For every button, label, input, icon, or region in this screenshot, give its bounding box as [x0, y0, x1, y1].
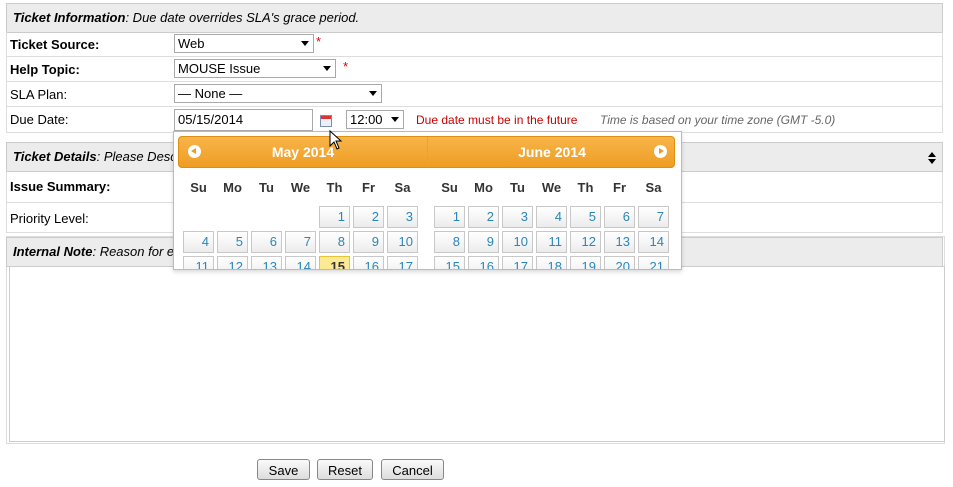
ticket-source-row: Ticket Source: Web * — [6, 32, 943, 57]
section-desc: : Please Desc — [96, 149, 177, 164]
calendar-day[interactable]: 1 — [319, 206, 350, 228]
calendar-day[interactable]: 2 — [353, 206, 384, 228]
weekday-header: Su — [441, 180, 458, 195]
calendar-day[interactable]: 15 — [319, 256, 350, 269]
ticket-source-value: Web — [178, 36, 205, 51]
calendar-day[interactable]: 21 — [638, 256, 669, 269]
weekday-header: Tu — [259, 180, 274, 195]
calendar-day[interactable]: 13 — [251, 256, 282, 269]
chevron-down-icon — [369, 91, 377, 96]
weekday-header: Tu — [510, 180, 525, 195]
calendar-day[interactable]: 19 — [570, 256, 601, 269]
calendar-day[interactable]: 17 — [502, 256, 533, 269]
weekday-header: Th — [326, 180, 343, 195]
calendar-day[interactable]: 14 — [638, 231, 669, 253]
section-title: Ticket Details — [13, 149, 97, 164]
month-title-june: June 2014 — [518, 144, 586, 160]
weekday-header: Su — [190, 180, 207, 195]
chevron-down-icon — [391, 117, 399, 122]
due-date-label: Due Date: — [10, 112, 69, 127]
calendar-day[interactable]: 14 — [285, 256, 316, 269]
ticket-source-label: Ticket Source: — [10, 37, 100, 52]
issue-summary-label: Issue Summary: — [10, 179, 111, 194]
reset-button[interactable]: Reset — [317, 459, 373, 480]
calendar-day[interactable]: 17 — [387, 256, 418, 269]
weekday-header: We — [541, 180, 562, 195]
next-month-icon[interactable] — [654, 145, 667, 158]
calendar-day[interactable]: 18 — [536, 256, 567, 269]
chevron-down-icon — [301, 41, 309, 46]
sla-plan-value: — None — — [178, 86, 243, 101]
help-topic-row: Help Topic: MOUSE Issue * — [6, 57, 943, 82]
datepicker-popup: May 2014 June 2014 Su Mo Tu We Th Fr Sa 1 2 3 4 5 6 7… — [173, 131, 682, 270]
calendar-day[interactable]: 8 — [434, 231, 465, 253]
help-topic-select[interactable]: MOUSE Issue — [174, 59, 336, 78]
calendar-day[interactable]: 7 — [638, 206, 669, 228]
calendar-day[interactable]: 12 — [217, 256, 248, 269]
calendar-day[interactable]: 6 — [251, 231, 282, 253]
weekday-header: Fr — [613, 180, 626, 195]
sla-plan-select[interactable]: — None — — [174, 84, 382, 103]
section-desc: : Reason for e — [92, 244, 175, 259]
priority-level-label: Priority Level: — [10, 211, 89, 226]
sla-plan-label: SLA Plan: — [10, 87, 68, 102]
calendar-day[interactable]: 12 — [570, 231, 601, 253]
calendar-day[interactable]: 9 — [353, 231, 384, 253]
mouse-cursor-icon — [329, 130, 343, 150]
save-button[interactable]: Save — [257, 459, 310, 480]
calendar-day[interactable]: 13 — [604, 231, 635, 253]
calendar-day[interactable]: 7 — [285, 231, 316, 253]
due-date-row: Due Date: 05/15/2014 12:00 Due date must… — [6, 107, 943, 133]
calendar-day[interactable]: 15 — [434, 256, 465, 269]
section-desc: : Due date overrides SLA's grace period. — [125, 10, 360, 25]
calendar-day[interactable]: 3 — [387, 206, 418, 228]
calendar-day[interactable]: 9 — [468, 231, 499, 253]
weekday-header: Mo — [474, 180, 493, 195]
calendar-day[interactable]: 8 — [319, 231, 350, 253]
ticket-source-select[interactable]: Web — [174, 34, 314, 53]
due-time-select[interactable]: 12:00 — [346, 110, 404, 129]
weekday-header: Mo — [223, 180, 242, 195]
due-date-input[interactable]: 05/15/2014 — [174, 109, 313, 131]
weekday-header: We — [290, 180, 311, 195]
calendar-day[interactable]: 5 — [570, 206, 601, 228]
calendar-day[interactable]: 16 — [468, 256, 499, 269]
calendar-day[interactable]: 2 — [468, 206, 499, 228]
required-marker: * — [343, 59, 349, 74]
calendar-day[interactable]: 6 — [604, 206, 635, 228]
sort-icon[interactable] — [928, 152, 936, 164]
ticket-information-header: Ticket Information: Due date overrides S… — [6, 3, 943, 33]
calendar-day[interactable]: 5 — [217, 231, 248, 253]
timezone-note: Time is based on your time zone (GMT -5.… — [600, 113, 836, 127]
required-marker: * — [316, 34, 322, 49]
section-title: Internal Note — [13, 244, 93, 259]
weekday-header: Sa — [394, 180, 411, 195]
help-topic-label: Help Topic: — [10, 62, 80, 77]
due-date-error: Due date must be in the future — [416, 113, 578, 127]
help-topic-value: MOUSE Issue — [178, 61, 261, 76]
calendar-day[interactable]: 1 — [434, 206, 465, 228]
weekday-header: Th — [577, 180, 594, 195]
datepicker-header: May 2014 June 2014 — [178, 136, 675, 168]
calendar-day[interactable]: 11 — [183, 256, 214, 269]
calendar-day[interactable]: 4 — [183, 231, 214, 253]
weekday-header: Sa — [645, 180, 662, 195]
month-title-may: May 2014 — [271, 144, 335, 160]
internal-note-textarea[interactable] — [9, 266, 945, 442]
sla-plan-row: SLA Plan: — None — — [6, 82, 943, 107]
section-title: Ticket Information — [13, 10, 126, 25]
calendar-day[interactable]: 3 — [502, 206, 533, 228]
due-time-value: 12:00 — [350, 112, 383, 127]
chevron-down-icon — [323, 66, 331, 71]
cancel-button[interactable]: Cancel — [381, 459, 444, 480]
weekday-header: Fr — [362, 180, 375, 195]
calendar-icon[interactable] — [320, 115, 332, 127]
calendar-day[interactable]: 16 — [353, 256, 384, 269]
calendar-day[interactable]: 11 — [536, 231, 567, 253]
calendar-day[interactable]: 4 — [536, 206, 567, 228]
calendar-day[interactable]: 20 — [604, 256, 635, 269]
calendar-day[interactable]: 10 — [502, 231, 533, 253]
calendar-day[interactable]: 10 — [387, 231, 418, 253]
